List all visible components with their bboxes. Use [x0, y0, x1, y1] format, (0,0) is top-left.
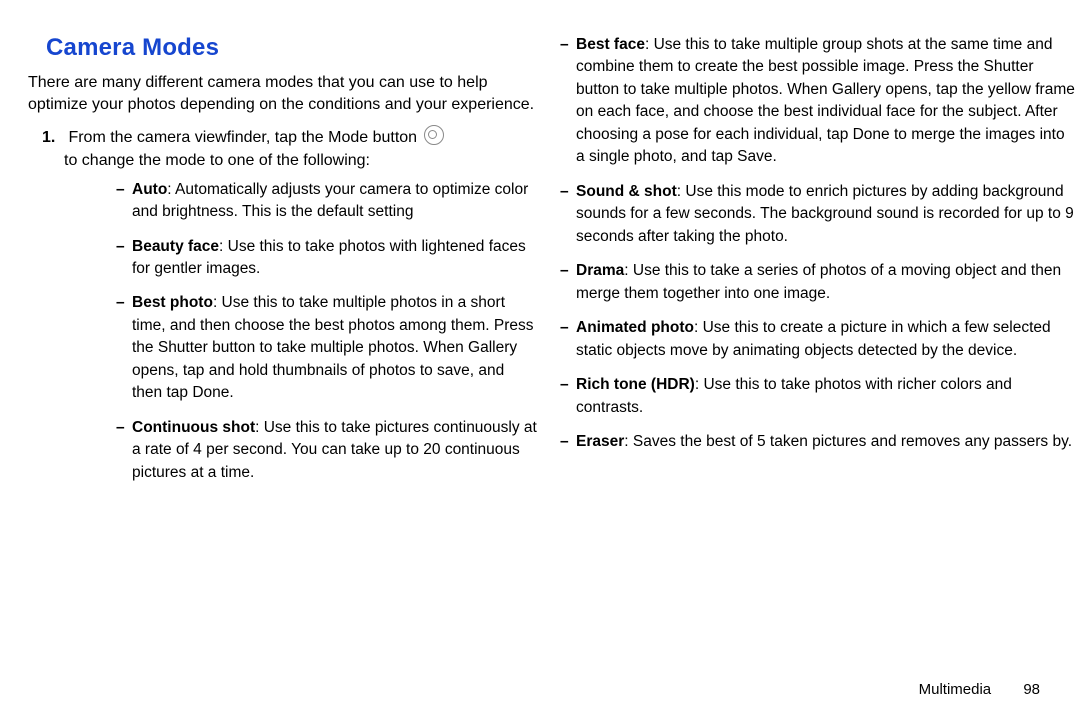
step-number: 1. [42, 126, 64, 149]
list-item: Beauty face: Use this to take photos wit… [132, 236, 538, 293]
step-1: 1. From the camera viewfinder, tap the M… [64, 125, 538, 172]
mode-desc: : Use this to take a series of photos of… [576, 262, 1061, 301]
list-item: Best face: Use this to take multiple gro… [576, 34, 1076, 181]
list-item: Rich tone (HDR): Use this to take photos… [576, 374, 1076, 431]
mode-list-left: Auto: Automatically adjusts your camera … [24, 179, 538, 497]
list-item: Sound & shot: Use this mode to enrich pi… [576, 181, 1076, 260]
section-heading: Camera Modes [46, 34, 538, 62]
mode-name: Drama [576, 262, 624, 279]
mode-name: Rich tone (HDR) [576, 376, 695, 393]
intro-paragraph: There are many different camera modes th… [28, 72, 538, 115]
list-item: Drama: Use this to take a series of phot… [576, 260, 1076, 317]
mode-desc: : Saves the best of 5 taken pictures and… [624, 433, 1072, 450]
mode-name: Best photo [132, 294, 213, 311]
list-item: Eraser: Saves the best of 5 taken pictur… [576, 431, 1076, 465]
mode-name: Eraser [576, 433, 624, 450]
step-1-text-a: From the camera viewfinder, tap the Mode… [68, 129, 417, 146]
list-item: Best photo: Use this to take multiple ph… [132, 292, 538, 416]
mode-name: Sound & shot [576, 183, 677, 200]
right-column: Best face: Use this to take multiple gro… [542, 34, 1080, 496]
two-column-layout: Camera Modes There are many different ca… [24, 34, 1080, 496]
footer-section-name: Multimedia [919, 681, 992, 698]
footer-page-number: 98 [1023, 681, 1040, 698]
mode-name: Best face [576, 36, 645, 53]
mode-name: Beauty face [132, 238, 219, 255]
list-item: Animated photo: Use this to create a pic… [576, 317, 1076, 374]
left-column: Camera Modes There are many different ca… [24, 34, 542, 496]
mode-list-right: Best face: Use this to take multiple gro… [552, 34, 1076, 466]
step-1-text-b: to change the mode to one of the followi… [64, 152, 370, 169]
manual-page: Camera Modes There are many different ca… [0, 0, 1080, 720]
mode-desc: : Automatically adjusts your camera to o… [132, 181, 528, 220]
mode-name: Animated photo [576, 319, 694, 336]
mode-name: Auto [132, 181, 167, 198]
list-item: Auto: Automatically adjusts your camera … [132, 179, 538, 236]
list-item: Continuous shot: Use this to take pictur… [132, 417, 538, 496]
mode-button-icon [424, 125, 444, 145]
mode-desc: : Use this to take multiple group shots … [576, 36, 1075, 165]
mode-name: Continuous shot [132, 419, 255, 436]
page-footer: Multimedia 98 [919, 681, 1040, 698]
